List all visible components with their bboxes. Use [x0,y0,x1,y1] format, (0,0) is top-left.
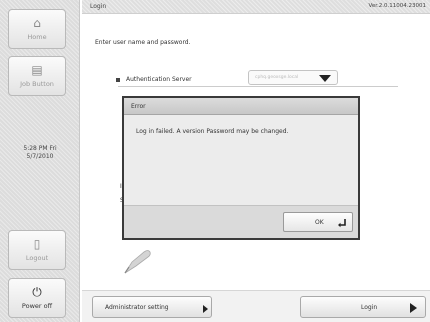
job-button[interactable]: ▤ Job Button [8,56,66,96]
version-label: Ver.2.0.11004.23001 [368,3,426,9]
logout-button[interactable]: ▯ Logout [8,230,66,270]
login-label: Login [361,303,378,311]
auth-server-value: cphq.geoxsge.local [255,75,299,80]
clock: 5:28 PM Fri 5/7/2010 [0,145,80,161]
power-off-label: Power off [21,302,53,310]
job-list-icon: ▤ [31,63,43,77]
bullet-icon [116,77,120,82]
divider [118,86,398,87]
job-button-label: Job Button [20,80,54,88]
sidebar: ⌂ Home ▤ Job Button 5:28 PM Fri 5/7/2010… [0,0,80,322]
login-prompt: Enter user name and password. [95,39,191,46]
ok-button[interactable]: OK [283,212,353,232]
administrator-setting-button[interactable]: Administrator setting [92,296,212,318]
clock-time: 5:28 PM Fri [23,145,57,152]
home-label: Home [27,33,47,41]
home-button[interactable]: ⌂ Home [8,9,66,49]
auth-server-select[interactable]: cphq.geoxsge.local [248,70,338,85]
ok-label: OK [315,218,324,226]
auth-server-row: Authentication Server [116,76,192,83]
arrow-right-icon [203,305,208,313]
dialog-footer: OK [124,205,358,238]
page-title: Login [90,3,107,10]
dialog-title: Error [124,98,358,115]
play-arrow-icon [410,303,417,313]
header-bar: Login Ver.2.0.11004.23001 [82,0,430,14]
power-off-button[interactable]: ⏻ Power off [8,278,66,318]
dropdown-arrow-icon [319,75,331,82]
home-icon: ⌂ [33,16,41,30]
enter-icon [338,219,346,228]
logout-icon: ▯ [33,237,41,251]
login-button[interactable]: Login [300,296,426,318]
clock-date: 5/7/2010 [26,153,54,160]
administrator-setting-label: Administrator setting [105,303,169,311]
stylus-icon [124,250,151,274]
logout-label: Logout [25,254,49,262]
power-icon: ⏻ [32,285,42,299]
error-dialog: Error Log in failed. A version Password … [122,96,360,240]
auth-server-label: Authentication Server [126,76,192,83]
dialog-message: Log in failed. A version Password may be… [124,115,358,205]
